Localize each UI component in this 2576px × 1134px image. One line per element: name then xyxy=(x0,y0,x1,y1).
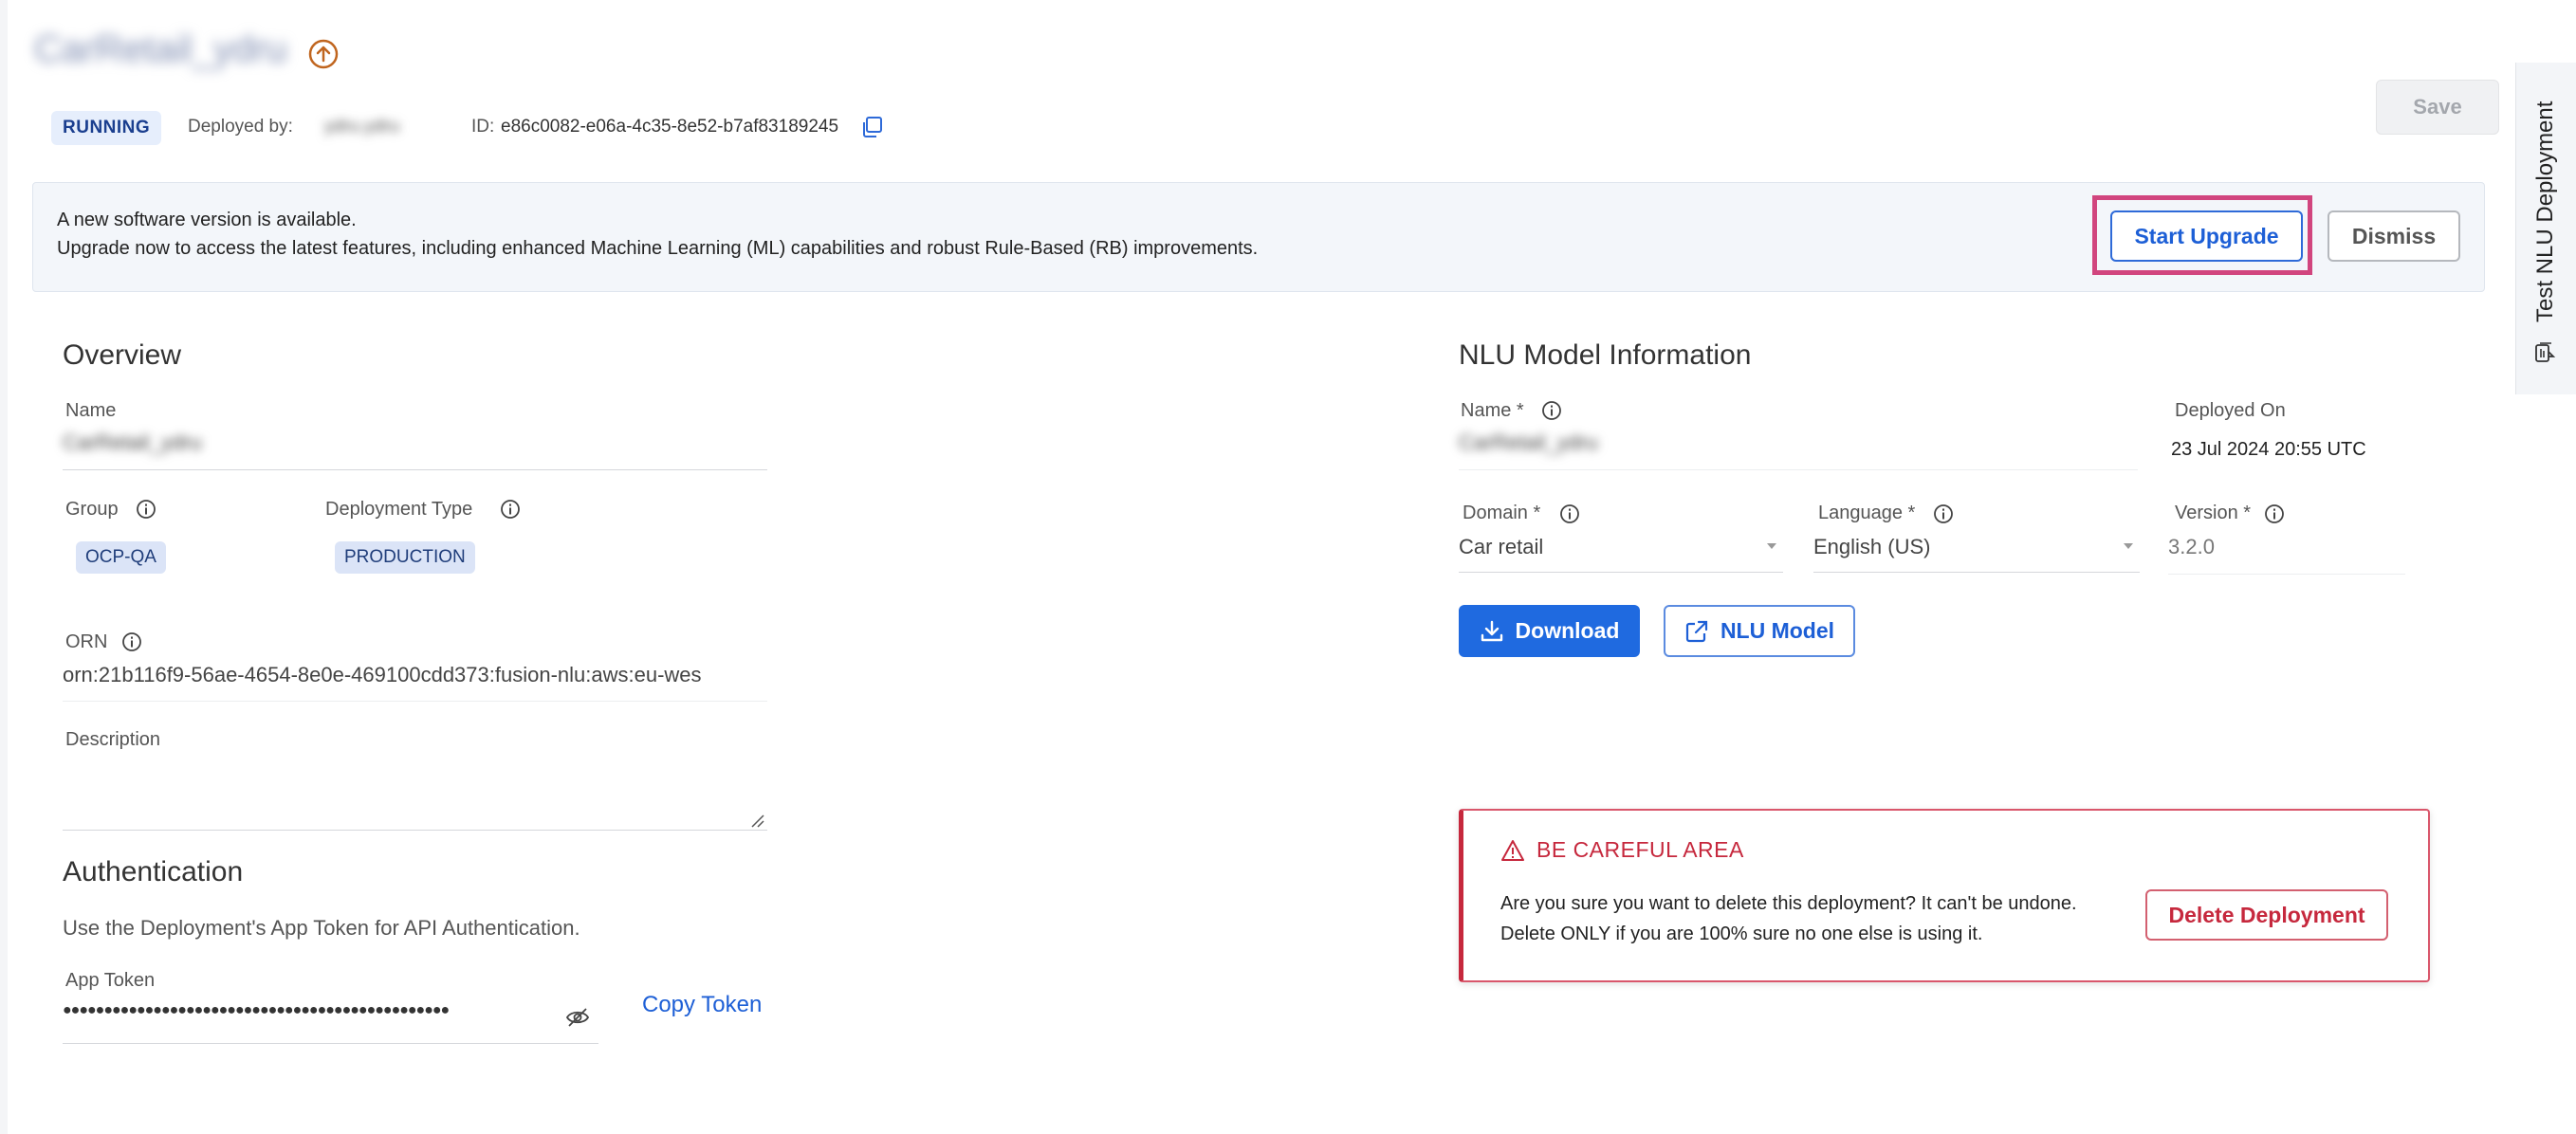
info-icon[interactable] xyxy=(1933,503,1954,524)
deployment-type-chip: PRODUCTION xyxy=(335,541,475,574)
eye-off-icon[interactable] xyxy=(565,1007,590,1028)
download-icon xyxy=(1481,620,1502,641)
group-chip: OCP-QA xyxy=(76,541,166,574)
delete-deployment-button[interactable]: Delete Deployment xyxy=(2145,889,2388,941)
chevron-down-icon[interactable] xyxy=(2122,541,2135,551)
nlu-model-heading: NLU Model Information xyxy=(1459,339,1752,371)
version-value: 3.2.0 xyxy=(2168,535,2215,558)
save-button[interactable]: Save xyxy=(2376,80,2499,135)
version-label: Version * xyxy=(2175,503,2252,523)
info-icon[interactable] xyxy=(2264,503,2285,524)
id-label: ID: xyxy=(471,117,495,137)
dismiss-button[interactable]: Dismiss xyxy=(2328,210,2460,262)
left-edge xyxy=(0,0,8,1134)
upgrade-available-icon[interactable] xyxy=(307,38,340,70)
app-token-underline xyxy=(63,1043,598,1044)
app-token-label: App Token xyxy=(65,970,156,991)
overview-heading: Overview xyxy=(63,339,182,371)
deployed-by-value: ydru.ydru xyxy=(324,117,400,137)
info-icon[interactable] xyxy=(136,499,156,520)
description-underline xyxy=(63,830,767,831)
deployment-title: CarRetail_ydru xyxy=(34,28,287,70)
orn-label: ORN xyxy=(65,631,108,652)
orn-underline xyxy=(63,701,767,702)
deployed-on-label: Deployed On xyxy=(2175,400,2286,421)
version-underline xyxy=(2168,574,2405,575)
warning-icon xyxy=(1501,840,1524,861)
domain-underline xyxy=(1459,572,1783,573)
careful-title: BE CAREFUL AREA xyxy=(1536,837,1744,862)
side-tab-label: Test NLU Deployment xyxy=(2532,101,2558,322)
description-label: Description xyxy=(65,729,161,750)
nlu-model-label: NLU Model xyxy=(1720,618,1835,643)
nlu-name-value[interactable]: CarRetail_ydru xyxy=(1459,430,1598,455)
deployed-by-label: Deployed by: xyxy=(188,117,293,137)
deployment-id: e86c0082-e06a-4c35-8e52-b7af83189245 xyxy=(501,117,839,137)
deployment-type-label: Deployment Type xyxy=(325,499,473,520)
domain-select[interactable]: Car retail xyxy=(1459,535,1543,559)
name-label: Name xyxy=(65,400,117,421)
name-underline xyxy=(63,469,767,470)
copy-token-link[interactable]: Copy Token xyxy=(642,992,762,1018)
authentication-text: Use the Deployment's App Token for API A… xyxy=(63,916,580,940)
language-underline xyxy=(1813,572,2140,573)
chat-icon xyxy=(2532,339,2557,364)
status-badge: RUNNING xyxy=(51,111,162,145)
domain-label: Domain * xyxy=(1463,503,1541,523)
nlu-name-label: Name * xyxy=(1461,400,1524,421)
authentication-heading: Authentication xyxy=(63,856,244,887)
orn-value[interactable]: orn:21b116f9-56ae-4654-8e0e-469100cdd373… xyxy=(63,663,768,687)
banner-title: A new software version is available. xyxy=(57,210,357,230)
info-icon[interactable] xyxy=(1559,503,1580,524)
banner-text: Upgrade now to access the latest feature… xyxy=(57,238,1259,259)
start-upgrade-button[interactable]: Start Upgrade xyxy=(2110,210,2303,262)
nlu-name-underline xyxy=(1459,469,2138,470)
language-select[interactable]: English (US) xyxy=(1813,535,1930,559)
group-label: Group xyxy=(65,499,119,520)
language-label: Language * xyxy=(1818,503,1916,523)
nlu-model-button[interactable]: NLU Model xyxy=(1664,605,1855,657)
name-value[interactable]: CarRetail_ydru xyxy=(63,430,202,455)
info-icon[interactable] xyxy=(121,631,142,652)
chevron-down-icon[interactable] xyxy=(1765,541,1778,551)
download-label: Download xyxy=(1515,618,1620,643)
copy-icon[interactable] xyxy=(859,115,884,139)
app-token-field[interactable]: ●●●●●●●●●●●●●●●●●●●●●●●●●●●●●●●●●●●●●●●●… xyxy=(63,1002,537,1019)
download-button[interactable]: Download xyxy=(1459,605,1640,657)
info-icon[interactable] xyxy=(500,499,521,520)
resize-handle-icon[interactable] xyxy=(749,813,764,828)
careful-text: Are you sure you want to delete this dep… xyxy=(1500,893,2077,944)
deployed-on-value: 23 Jul 2024 20:55 UTC xyxy=(2171,439,2366,460)
info-icon[interactable] xyxy=(1541,400,1562,421)
external-link-icon xyxy=(1685,620,1708,642)
